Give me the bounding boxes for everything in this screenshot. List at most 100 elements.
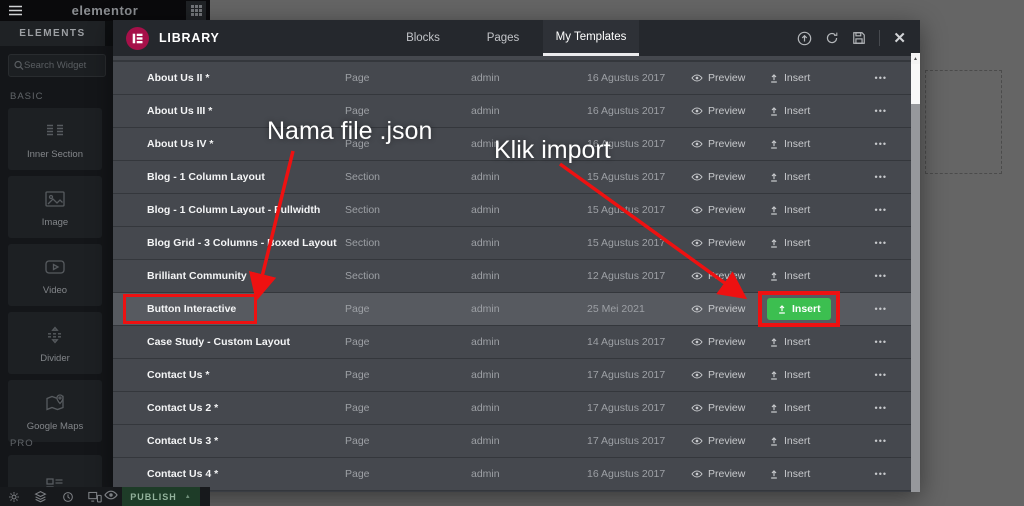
preview-button[interactable]: Preview <box>691 326 767 358</box>
template-row[interactable]: Contact Us 3 * Page admin 17 Agustus 201… <box>113 425 911 458</box>
template-name: About Us IV * <box>147 138 214 150</box>
publish-options-caret-icon[interactable]: ▲ <box>185 494 192 500</box>
library-tabs: Blocks Pages My Templates <box>383 20 639 56</box>
more-actions-button[interactable]: ••• <box>833 227 911 259</box>
more-actions-button[interactable]: ••• <box>833 194 911 226</box>
library-tab-my-templates[interactable]: My Templates <box>543 20 639 56</box>
template-row[interactable]: Brilliant Community Section admin 12 Agu… <box>113 260 911 293</box>
more-actions-button[interactable]: ••• <box>833 161 911 193</box>
insert-button[interactable]: Insert <box>767 392 833 424</box>
more-actions-button[interactable]: ••• <box>833 128 911 160</box>
save-template-icon[interactable] <box>852 31 866 45</box>
template-date: 15 Agustus 2017 <box>587 237 666 249</box>
template-author: admin <box>471 138 500 150</box>
widget-search[interactable] <box>8 54 106 77</box>
more-actions-button[interactable]: ••• <box>833 95 911 127</box>
scroll-up-icon[interactable]: ▲ <box>911 53 920 64</box>
more-actions-button[interactable]: ••• <box>833 458 911 490</box>
preview-button[interactable]: Preview <box>691 293 767 325</box>
preview-button[interactable]: Preview <box>691 392 767 424</box>
template-row[interactable]: Contact Us * Page admin 17 Agustus 2017 … <box>113 359 911 392</box>
eye-icon <box>691 238 703 248</box>
elementor-logo-icon <box>126 26 149 50</box>
widgets-grid-icon[interactable] <box>186 1 206 20</box>
template-type: Page <box>345 72 370 84</box>
widget-card[interactable]: Video <box>8 244 102 306</box>
insert-button[interactable]: Insert <box>767 227 833 259</box>
library-tab-pages[interactable]: Pages <box>463 20 543 56</box>
insert-button[interactable]: Insert <box>767 359 833 391</box>
preview-changes-eye-icon[interactable] <box>104 489 118 501</box>
more-actions-button[interactable]: ••• <box>833 326 911 358</box>
more-actions-button[interactable]: ••• <box>833 392 911 424</box>
settings-gear-icon[interactable] <box>0 491 27 503</box>
close-icon[interactable]: ✕ <box>893 29 906 47</box>
tab-elements[interactable]: ELEMENTS <box>0 21 105 46</box>
insert-button[interactable]: Insert <box>758 291 840 327</box>
library-tab-blocks[interactable]: Blocks <box>383 20 463 56</box>
insert-button[interactable]: Insert <box>767 95 833 127</box>
preview-button[interactable]: Preview <box>691 62 767 94</box>
template-row[interactable]: About Us IV * Page admin 16 Agustus 2017… <box>113 128 911 161</box>
modal-scrollbar[interactable]: ▲ <box>911 53 920 492</box>
widget-card[interactable]: Image <box>8 176 102 238</box>
more-actions-button[interactable]: ••• <box>833 260 911 292</box>
scrollbar-thumb[interactable] <box>911 64 920 104</box>
template-row[interactable]: Blog Grid - 3 Columns - Boxed Layout Sec… <box>113 227 911 260</box>
insert-icon <box>769 370 779 380</box>
preview-button[interactable]: Preview <box>691 227 767 259</box>
import-template-icon[interactable] <box>797 31 812 46</box>
more-actions-button[interactable]: ••• <box>833 293 911 325</box>
template-row[interactable]: Case Study - Custom Layout Page admin 14… <box>113 326 911 359</box>
insert-button[interactable]: Insert <box>767 458 833 490</box>
insert-button[interactable]: Insert <box>767 161 833 193</box>
template-type: Page <box>345 138 370 150</box>
template-type: Section <box>345 171 381 183</box>
template-name: Contact Us 4 * <box>147 468 219 480</box>
template-date: 12 Agustus 2017 <box>587 270 666 282</box>
preview-button[interactable]: Preview <box>691 458 767 490</box>
library-header: LIBRARY Blocks Pages My Templates ✕ <box>113 20 920 56</box>
insert-button[interactable]: Insert <box>767 425 833 457</box>
template-author: admin <box>471 171 500 183</box>
template-name: About Us III * <box>147 105 213 117</box>
empty-section-placeholder[interactable] <box>925 70 1002 174</box>
search-icon <box>14 60 24 71</box>
insert-label: Insert <box>784 435 811 447</box>
eye-icon <box>691 304 703 314</box>
template-date: 25 Mei 2021 <box>587 303 645 315</box>
template-row[interactable]: Contact Us 2 * Page admin 17 Agustus 201… <box>113 392 911 425</box>
widget-card[interactable]: Divider <box>8 312 102 374</box>
widget-card[interactable]: Google Maps <box>8 380 102 442</box>
preview-button[interactable]: Preview <box>691 260 767 292</box>
publish-button[interactable]: PUBLISH ▲ <box>122 487 200 506</box>
template-type: Page <box>345 303 370 315</box>
preview-button[interactable]: Preview <box>691 194 767 226</box>
template-row[interactable]: Blog - 1 Column Layout Section admin 15 … <box>113 161 911 194</box>
widget-card[interactable]: Inner Section <box>8 108 102 170</box>
template-author: admin <box>471 237 500 249</box>
preview-button[interactable]: Preview <box>691 95 767 127</box>
template-row[interactable]: Contact Us 4 * Page admin 16 Agustus 201… <box>113 458 911 491</box>
more-actions-button[interactable]: ••• <box>833 359 911 391</box>
more-actions-button[interactable]: ••• <box>833 425 911 457</box>
preview-button[interactable]: Preview <box>691 128 767 160</box>
search-input[interactable] <box>24 60 100 71</box>
sync-library-icon[interactable] <box>825 31 839 45</box>
template-row[interactable]: Button Interactive Page admin 25 Mei 202… <box>113 291 911 327</box>
more-actions-button[interactable]: ••• <box>833 62 911 94</box>
history-icon[interactable] <box>54 491 81 503</box>
insert-button[interactable]: Insert <box>767 62 833 94</box>
preview-button[interactable]: Preview <box>691 359 767 391</box>
navigator-layers-icon[interactable] <box>27 490 54 503</box>
insert-button[interactable]: Insert <box>767 194 833 226</box>
preview-button[interactable]: Preview <box>691 425 767 457</box>
template-date: 15 Agustus 2017 <box>587 171 666 183</box>
insert-button[interactable]: Insert <box>767 260 833 292</box>
template-row[interactable]: Blog - 1 Column Layout - Fullwidth Secti… <box>113 194 911 227</box>
template-row[interactable]: About Us III * Page admin 16 Agustus 201… <box>113 95 911 128</box>
preview-button[interactable]: Preview <box>691 161 767 193</box>
insert-button[interactable]: Insert <box>767 128 833 160</box>
template-row[interactable]: About Us II * Page admin 16 Agustus 2017… <box>113 62 911 95</box>
insert-button[interactable]: Insert <box>767 326 833 358</box>
